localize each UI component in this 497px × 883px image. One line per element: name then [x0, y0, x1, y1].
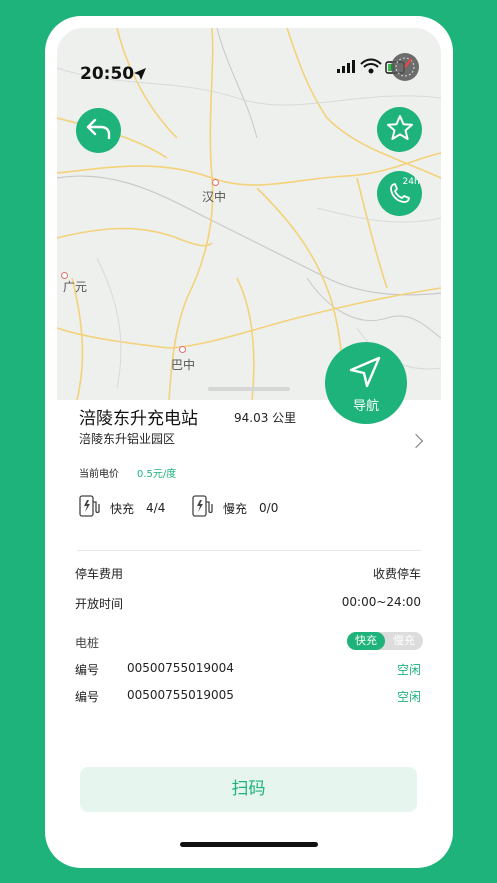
signal-icon — [337, 60, 355, 73]
piles-header: 电桩 — [75, 636, 100, 650]
divider — [77, 550, 421, 551]
opening-hours-value: 00:00~24:00 — [341, 595, 421, 609]
pile-row-1-label: 编号 — [75, 663, 100, 677]
drag-handle[interactable] — [208, 387, 290, 391]
slow-charger-summary: 慢充 0/0 — [191, 494, 278, 522]
timer-icon — [391, 53, 419, 81]
navigate-label: 导航 — [352, 399, 379, 414]
star-icon — [386, 114, 414, 146]
location-arrow-icon — [133, 66, 147, 85]
slow-charger-count: 0/0 — [259, 501, 279, 515]
scan-button[interactable]: 扫码 — [80, 767, 417, 812]
toggle-fast[interactable]: 快充 — [347, 632, 385, 650]
pile-row-2-status: 空闲 — [396, 690, 421, 704]
navigation-arrow-icon — [347, 354, 383, 394]
chevron-right-icon[interactable] — [408, 433, 424, 449]
pile-row-1-status: 空闲 — [396, 663, 421, 677]
map-label-guangyuan: 广元 — [63, 280, 88, 294]
status-icons — [337, 52, 419, 86]
hanzhong-marker — [212, 179, 219, 186]
parking-fee-value: 收费停车 — [372, 567, 421, 581]
parking-fee-label: 停车费用 — [75, 567, 124, 581]
phone-icon: 24h — [385, 177, 420, 209]
charge-type-toggle[interactable]: 快充 慢充 — [347, 632, 423, 650]
back-arrow-icon — [86, 118, 112, 144]
toggle-slow[interactable]: 慢充 — [385, 632, 423, 650]
wifi-icon — [360, 58, 382, 74]
station-address[interactable]: 涪陵东升铝业园区 — [79, 430, 175, 447]
back-button[interactable] — [76, 108, 121, 153]
station-distance: 94.03 公里 — [234, 411, 297, 425]
map-view[interactable]: 汉中 广元 巴中 20:50 24h — [57, 28, 441, 400]
fast-charger-icon — [78, 494, 102, 522]
price-label: 当前电价 — [79, 469, 119, 480]
slow-charger-icon — [191, 494, 215, 522]
slow-charger-label: 慢充 — [223, 501, 248, 516]
pile-row-2-label: 编号 — [75, 690, 100, 704]
pile-row-2-id: 00500755019005 — [127, 688, 234, 702]
bazhong-marker — [179, 346, 186, 353]
status-time: 20:50 — [80, 64, 135, 84]
map-label-bazhong: 巴中 — [171, 358, 196, 372]
fast-charger-summary: 快充 4/4 — [78, 494, 165, 522]
pile-row-1-id: 00500755019004 — [127, 661, 234, 675]
opening-hours-label: 开放时间 — [75, 597, 124, 611]
call-24h-badge: 24h — [402, 176, 420, 187]
fast-charger-label: 快充 — [110, 501, 135, 516]
map-label-hanzhong: 汉中 — [202, 190, 227, 204]
price-value: 0.5元/度 — [137, 469, 177, 480]
call-button[interactable]: 24h — [377, 171, 422, 216]
station-name: 涪陵东升充电站 — [79, 409, 198, 429]
navigate-button[interactable]: 导航 — [325, 342, 407, 424]
favorite-button[interactable] — [377, 107, 422, 152]
phone-screen: 汉中 广元 巴中 20:50 24h 导航 涪陵东升充电站 94.03 公里 涪… — [45, 16, 453, 868]
fast-charger-count: 4/4 — [146, 501, 166, 515]
home-indicator — [180, 842, 318, 847]
